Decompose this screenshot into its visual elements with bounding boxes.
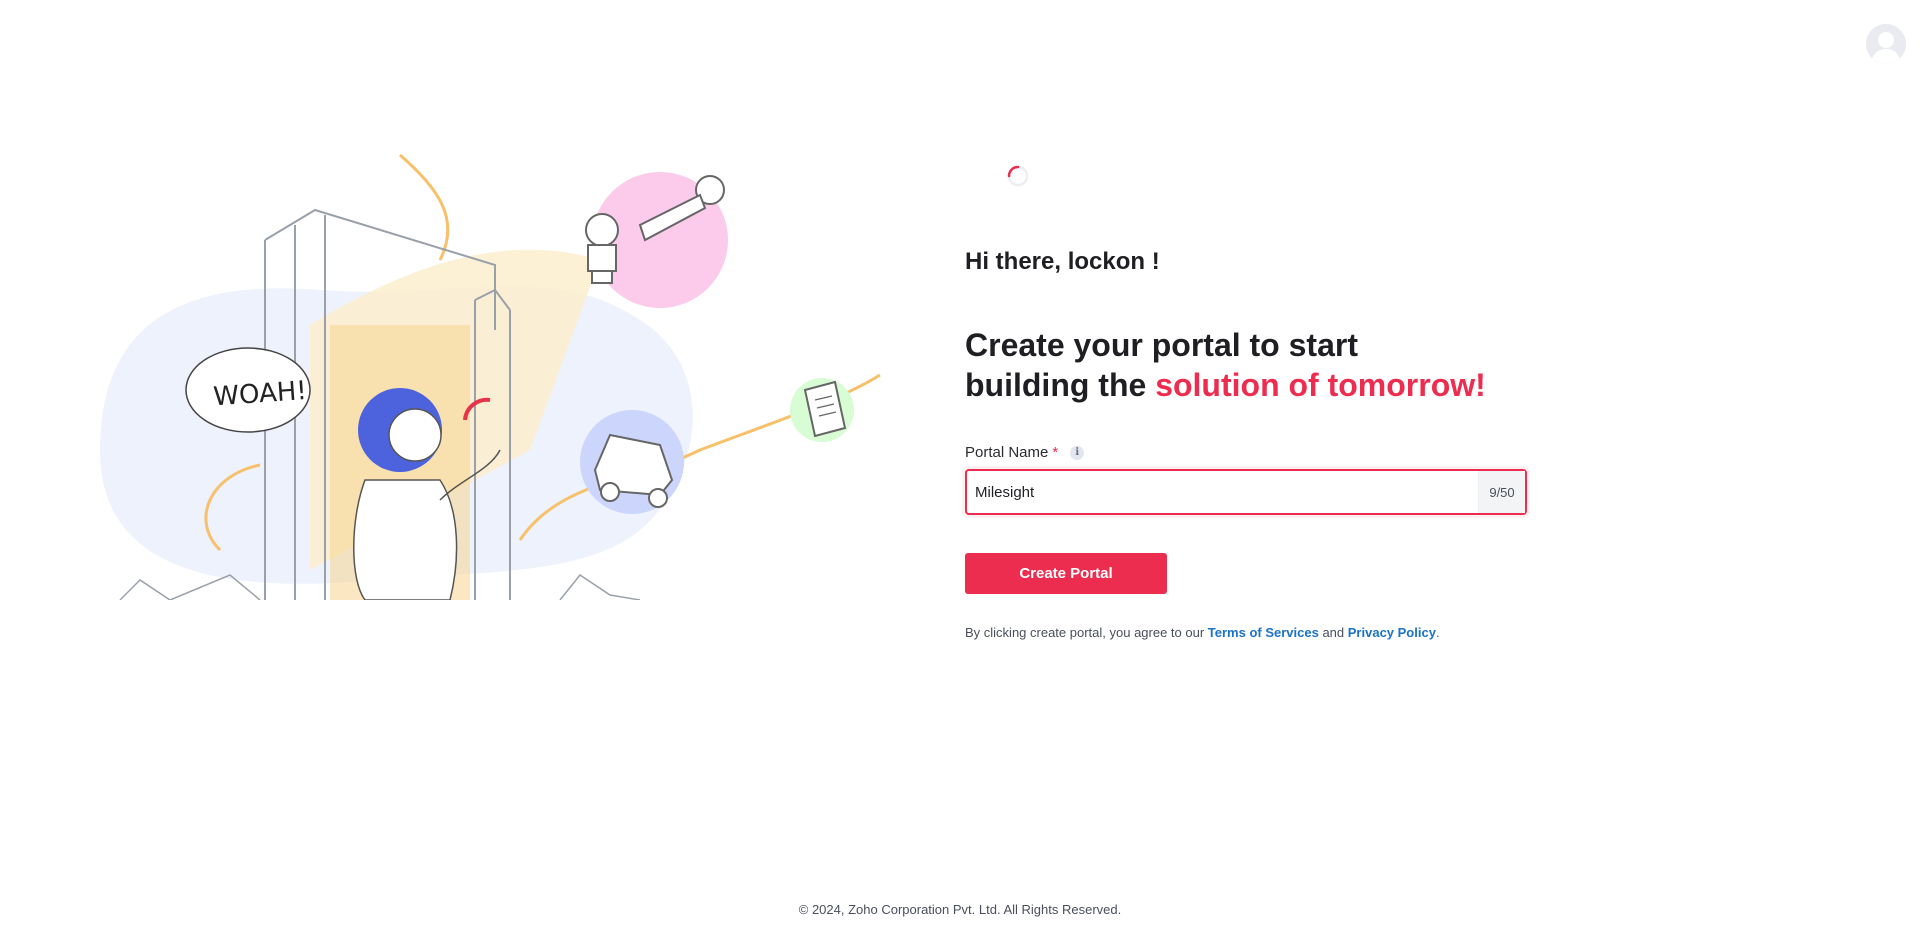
required-marker: * [1052, 444, 1059, 461]
woman-face [388, 408, 442, 462]
page-headline: Create your portal to start building the… [965, 325, 1585, 405]
portal-name-label: Portal Name * i [965, 444, 1085, 461]
info-icon[interactable]: i [1070, 445, 1085, 460]
user-avatar-icon[interactable] [1866, 24, 1906, 64]
headline-line1: Create your portal to start [965, 327, 1358, 363]
privacy-policy-link[interactable]: Privacy Policy [1348, 625, 1436, 640]
create-portal-button[interactable]: Create Portal [965, 553, 1167, 594]
portal-setup-page: WOAH! Hi there, lockon ! Create your por… [0, 0, 1920, 945]
hero-illustration: WOAH! [80, 150, 900, 601]
headline-line2-prefix: building the [965, 367, 1156, 403]
terms-prefix: By clicking create portal, you agree to … [965, 625, 1208, 640]
terms-and: and [1318, 625, 1348, 640]
portal-name-label-text: Portal Name [965, 444, 1049, 461]
headline-accent: solution of tomorrow! [1155, 367, 1486, 403]
footer-copyright: © 2024, Zoho Corporation Pvt. Ltd. All R… [798, 902, 1122, 917]
char-counter: 9/50 [1478, 471, 1525, 513]
loading-spinner-icon [1006, 164, 1030, 188]
portal-name-input[interactable] [967, 471, 1478, 513]
terms-of-service-link[interactable]: Terms of Services [1208, 625, 1319, 640]
terms-notice: By clicking create portal, you agree to … [965, 625, 1440, 640]
portal-name-field: 9/50 [965, 469, 1527, 515]
greeting-text: Hi there, lockon ! [965, 248, 1160, 275]
terms-suffix: . [1435, 625, 1440, 640]
